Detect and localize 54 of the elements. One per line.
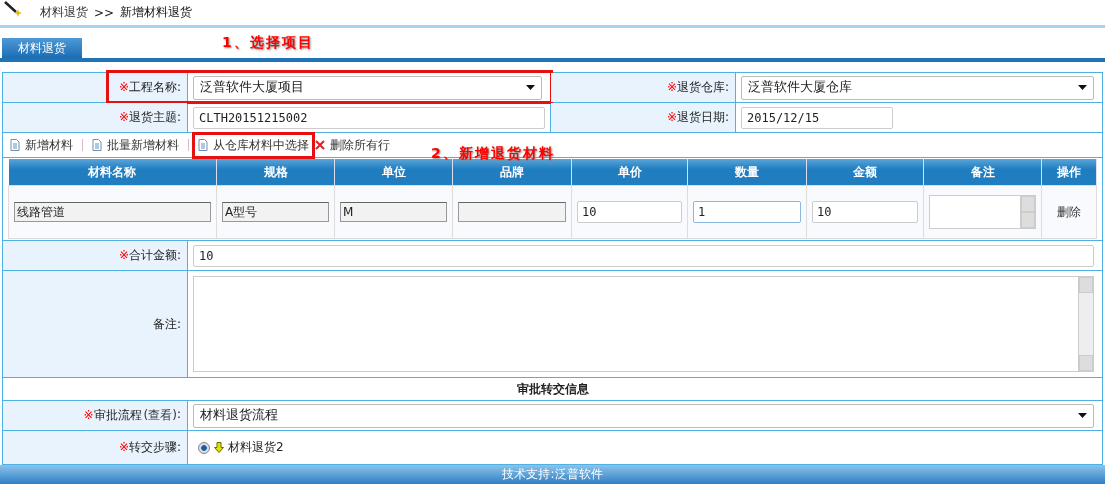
- column-header: 操作: [1041, 159, 1097, 186]
- column-header: 备注: [923, 159, 1042, 186]
- field-label: ※退货主题:: [118, 110, 181, 124]
- field-label: ※退货仓库:: [666, 80, 729, 94]
- field-label: ※审批流程: [83, 407, 142, 424]
- dropdown-arrow-icon: [1078, 85, 1087, 90]
- annotation-text: 1、选择项目: [222, 34, 314, 52]
- wand-icon: [4, 0, 22, 17]
- column-header: 单位: [334, 159, 453, 186]
- document-icon: [198, 139, 208, 151]
- text-field[interactable]: 10: [577, 201, 682, 223]
- column-header: 数量: [687, 159, 807, 186]
- radio-button[interactable]: [198, 441, 210, 454]
- toolbar-button[interactable]: 新增材料: [7, 134, 76, 156]
- text-field[interactable]: 2015/12/15: [741, 106, 893, 129]
- select-field[interactable]: 材料退货流程: [193, 403, 1094, 428]
- select-field[interactable]: 泛普软件大厦项目: [193, 75, 542, 100]
- field-label: ※转交步骤:: [118, 440, 181, 454]
- footer-text: 技术支持:泛普软件: [502, 466, 603, 483]
- text-field[interactable]: 1: [693, 201, 801, 223]
- column-header: 材料名称: [8, 159, 217, 186]
- readonly-field: 线路管道: [14, 202, 211, 222]
- field-label: ※合计金额:: [118, 248, 181, 262]
- toolbar-button[interactable]: 批量新增材料: [89, 134, 182, 156]
- delete-icon: [315, 140, 325, 150]
- field-label: ※工程名称:: [118, 80, 181, 94]
- breadcrumb-link[interactable]: 材料退货: [40, 4, 88, 21]
- view-link[interactable]: (查看): [143, 407, 177, 424]
- toolbar-button[interactable]: 从仓库材料中选择: [195, 134, 312, 156]
- document-icon: [10, 139, 20, 151]
- column-header: 金额: [806, 159, 924, 186]
- select-field[interactable]: 泛普软件大厦仓库: [741, 75, 1094, 100]
- field-label: ※退货日期:: [666, 110, 729, 124]
- option-label: 材料退货2: [228, 439, 284, 456]
- field-label: 备注:: [152, 316, 181, 331]
- text-field[interactable]: CLTH20151215002: [193, 106, 545, 129]
- breadcrumb-separator: >>: [94, 5, 115, 20]
- text-field[interactable]: 10: [812, 201, 918, 223]
- dropdown-arrow-icon: [1078, 413, 1087, 418]
- text-field[interactable]: 10: [193, 244, 1094, 267]
- section-title: 审批转交信息: [516, 381, 589, 396]
- colon-text: :: [176, 407, 181, 423]
- down-arrow-icon: [214, 442, 224, 453]
- tab[interactable]: 材料退货: [2, 38, 82, 58]
- readonly-field: M: [340, 202, 447, 222]
- toolbar-button[interactable]: 删除所有行: [312, 134, 393, 156]
- readonly-field: A型号: [222, 202, 329, 222]
- document-icon: [92, 139, 102, 151]
- remarks-textarea[interactable]: [193, 276, 1094, 372]
- dropdown-arrow-icon: [526, 85, 535, 90]
- column-header: 规格: [216, 159, 335, 186]
- note-field[interactable]: [929, 195, 1036, 229]
- column-header: 单价: [571, 159, 688, 186]
- page-title: 新增材料退货: [120, 4, 193, 21]
